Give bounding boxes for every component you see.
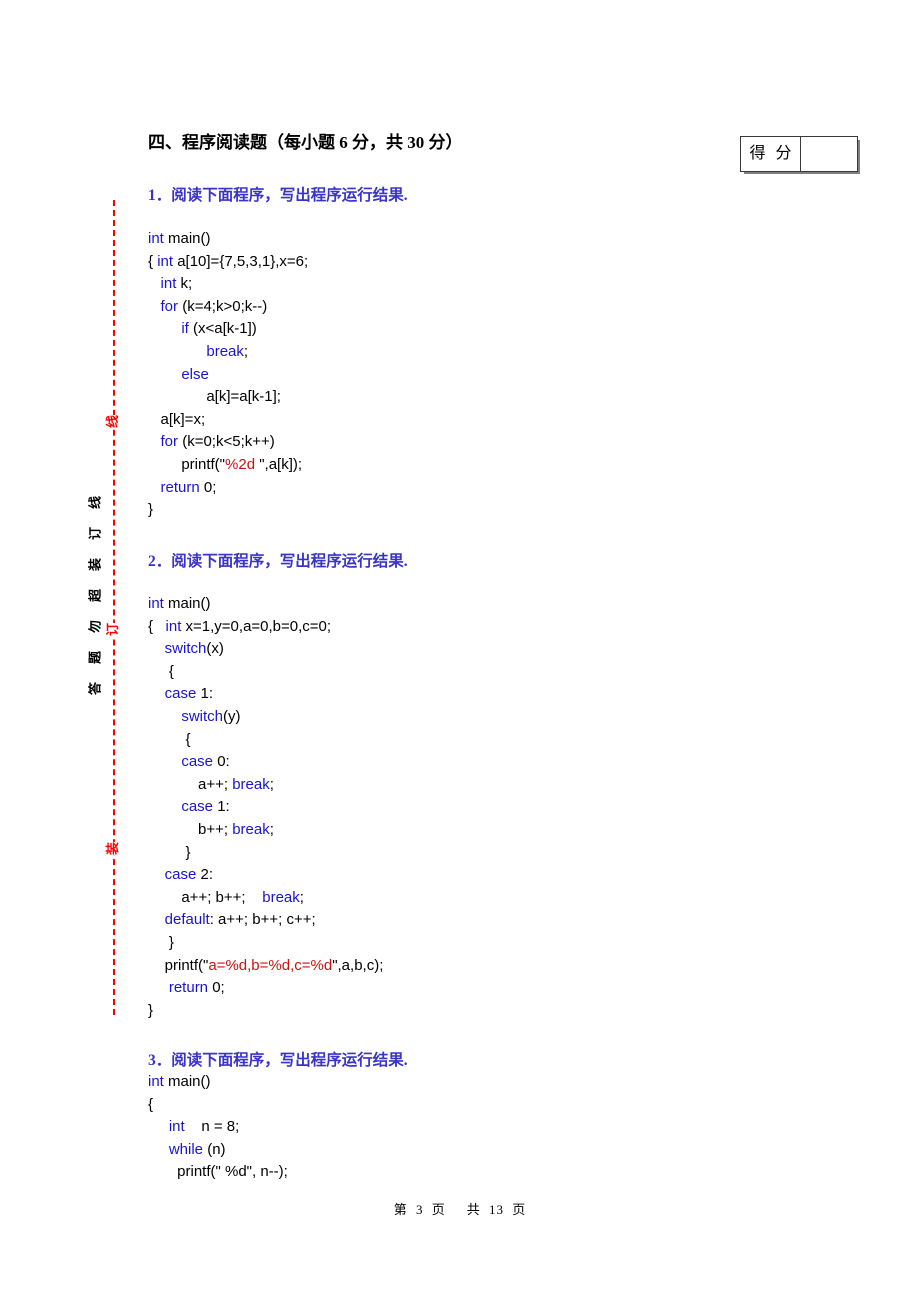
binding-dashed-line [113,200,115,1015]
binding-label-xian: 线 [105,414,121,429]
binding-char: 线 [87,496,103,510]
question-3-prompt: 3．阅读下面程序，写出程序运行结果. [148,1052,408,1069]
score-box: 得 分 [740,136,858,172]
footer-total-unit: 页 [512,1202,527,1217]
question-1-prompt: 1．阅读下面程序，写出程序运行结果. [148,187,408,204]
binding-char: 订 [87,527,103,541]
binding-label-zhuang: 装 [105,841,121,856]
binding-char: 装 [87,558,103,572]
footer-page-number: 3 [415,1202,424,1217]
footer-total-prefix: 共 [466,1202,481,1217]
binding-vertical-notice: 线 订 装 超 勿 题 答 [84,487,106,704]
binding-char: 超 [87,589,103,603]
footer-total-number: 13 [489,1202,505,1217]
page-title: 四、程序阅读题（每小题 6 分，共 30 分） [148,133,463,152]
question-3-code: int main() { int n = 8; while (n) printf… [148,1073,288,1181]
footer-page-prefix: 第 [393,1202,408,1217]
page-footer: 第 3 页 共 13 页 [0,1199,920,1218]
binding-char: 题 [87,651,103,665]
exam-page: 四、程序阅读题（每小题 6 分，共 30 分） 得 分 线 订 装 线 订 装 … [0,0,920,1302]
binding-char: 答 [87,682,103,696]
score-box-label: 得 分 [741,137,801,171]
question-2-code: int main() { int x=1,y=0,a=0,b=0,c=0; sw… [148,595,384,1019]
question-1-code: int main() { int a[10]={7,5,3,1},x=6; in… [148,230,309,519]
footer-page-unit: 页 [431,1202,446,1217]
binding-char: 勿 [87,620,103,634]
score-box-value[interactable] [801,137,857,171]
question-2-prompt: 2．阅读下面程序，写出程序运行结果. [148,553,408,570]
